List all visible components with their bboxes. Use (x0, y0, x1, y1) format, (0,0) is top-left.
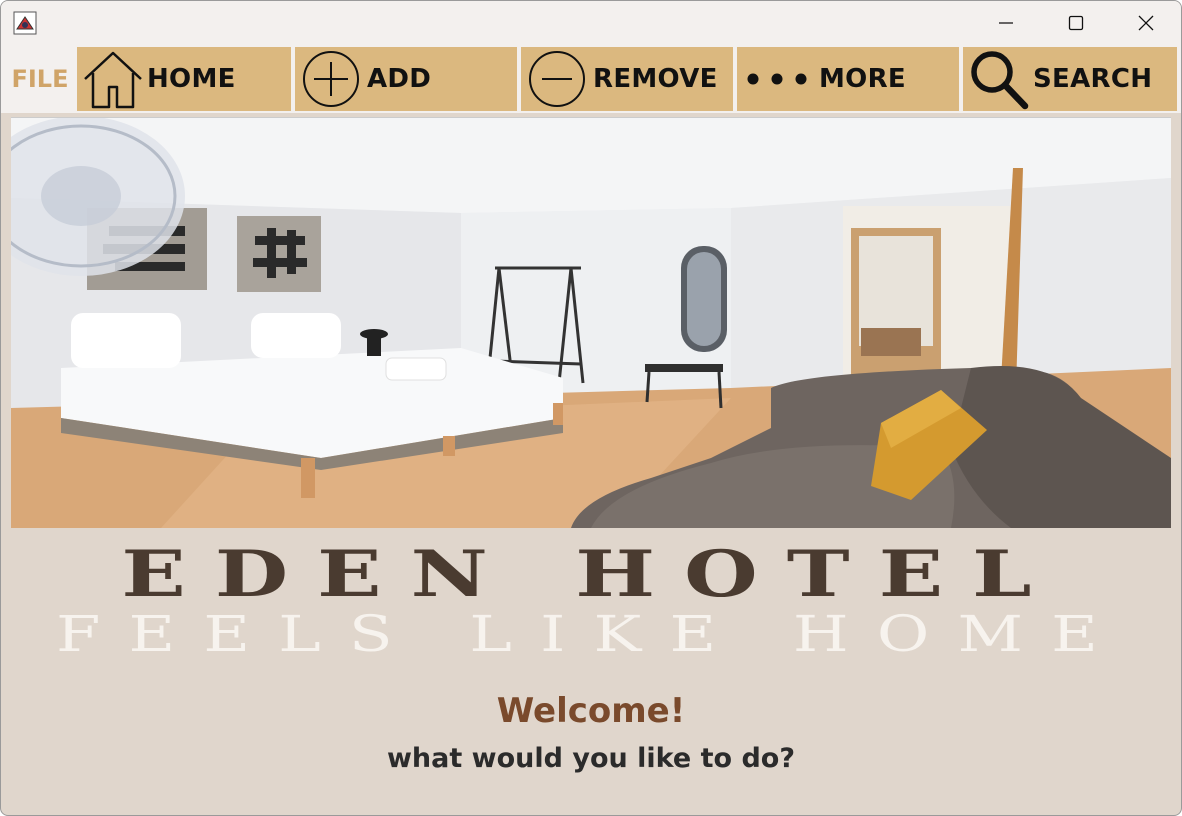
hotel-room-photo (11, 117, 1171, 528)
search-button[interactable]: SEARCH (963, 47, 1177, 111)
home-button-label: HOME (147, 64, 236, 94)
welcome-question: what would you like to do? (386, 743, 795, 774)
close-icon (1138, 15, 1154, 31)
home-button[interactable]: HOME (77, 47, 291, 111)
hotel-brand-name: EDEN HOTEL (121, 537, 1061, 612)
search-button-label: SEARCH (1033, 64, 1153, 94)
add-button[interactable]: ADD (295, 47, 517, 111)
welcome-heading: Welcome! (496, 691, 686, 731)
title-bar (1, 1, 1181, 45)
add-button-label: ADD (367, 64, 432, 94)
more-button[interactable]: MORE (737, 47, 959, 111)
remove-button[interactable]: REMOVE (521, 47, 733, 111)
remove-button-label: REMOVE (593, 64, 718, 94)
add-circle-icon (303, 51, 359, 107)
close-button[interactable] (1123, 1, 1169, 45)
main-toolbar: FILE HOME ADD REMOVE MORE SEARCH (1, 45, 1181, 113)
maximize-button[interactable] (1053, 1, 1099, 45)
more-dots-icon (747, 73, 807, 85)
app-window: FILE HOME ADD REMOVE MORE SEARCH EDEN HO… (0, 0, 1182, 816)
file-menu-label: FILE (11, 65, 69, 93)
minimize-button[interactable] (983, 1, 1029, 45)
maximize-icon (1068, 15, 1084, 31)
search-icon (971, 51, 1029, 110)
home-icon (84, 51, 142, 109)
file-menu[interactable]: FILE (5, 47, 75, 111)
minimize-icon (999, 22, 1013, 24)
remove-circle-icon (529, 51, 585, 107)
java-app-icon (13, 11, 37, 35)
more-button-label: MORE (819, 64, 906, 94)
hotel-tagline: FEELS LIKE HOME (55, 605, 1127, 663)
